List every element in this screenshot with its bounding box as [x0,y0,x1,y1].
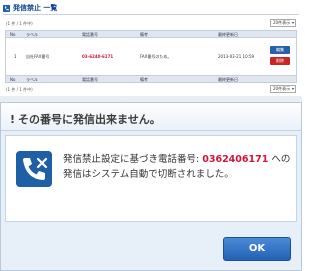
exclamation-icon: ! [10,113,16,126]
dialog-title: ! その番号に発信出来ません。 [10,111,161,127]
page-title: 発信禁止 一覧 [3,2,57,14]
ok-button[interactable]: OK [223,237,291,261]
column-header-label[interactable]: ラベル [26,77,38,83]
dialog-title-text: その番号に発信出来ません。 [18,113,161,126]
column-header-no: No [10,77,16,82]
delete-button[interactable]: 削除 [270,57,290,65]
range-text-top: (1 件 / 1 件中) [6,21,33,26]
row-no: 1 [14,54,17,59]
table-header-bottom: No ラベル 電話番号 備考 最終更新日 [5,75,297,83]
page-title-text: 発信禁止 一覧 [13,4,58,12]
per-page-select-bottom[interactable]: 20件表示 ▾ [270,85,296,93]
blocked-number: 0362406171 [202,154,269,165]
table-row: 1 自社FAX番号 03-6240-6171 FAX番号のため。 2013-03… [5,38,297,75]
per-page-select-top[interactable]: 20件表示 ▾ [270,19,296,27]
dialog-body: 発信禁止設定に基づき電話番号: 0362406171 への発信はシステム自動で切… [5,135,297,222]
row-updated: 2013-03-21 10:59 [218,54,255,59]
column-header-no: No [10,32,16,37]
per-page-value: 20件表示 [273,20,291,25]
row-label: 自社FAX番号 [26,54,50,59]
phone-blocked-icon [16,151,52,187]
message-prefix: 発信禁止設定に基づき電話番号: [63,154,203,165]
edit-button[interactable]: 編集 [270,46,290,54]
column-header-phone[interactable]: 電話番号 [82,77,98,83]
dialog-message: 発信禁止設定に基づき電話番号: 0362406171 への発信はシステム自動で切… [63,152,291,182]
title-divider [3,14,299,15]
chevron-down-icon: ▾ [291,86,294,91]
row-phone: 03-6240-6171 [82,54,114,59]
blocked-call-dialog: ! その番号に発信出来ません。 発信禁止設定に基づき電話番号: 036240617… [0,102,302,271]
table-header-top: No ラベル 電話番号 備考 最終更新日 [5,30,297,38]
column-header-updated[interactable]: 最終更新日 [218,77,238,83]
per-page-value: 20件表示 [273,86,291,91]
dialog-header: ! その番号に発信出来ません。 [1,103,301,131]
row-note: FAX番号のため。 [140,54,172,59]
phone-block-icon [3,4,10,12]
chevron-down-icon: ▾ [291,20,294,25]
range-text-bottom: (1 件 / 1 件中) [6,87,33,92]
column-header-note: 備考 [140,77,148,82]
